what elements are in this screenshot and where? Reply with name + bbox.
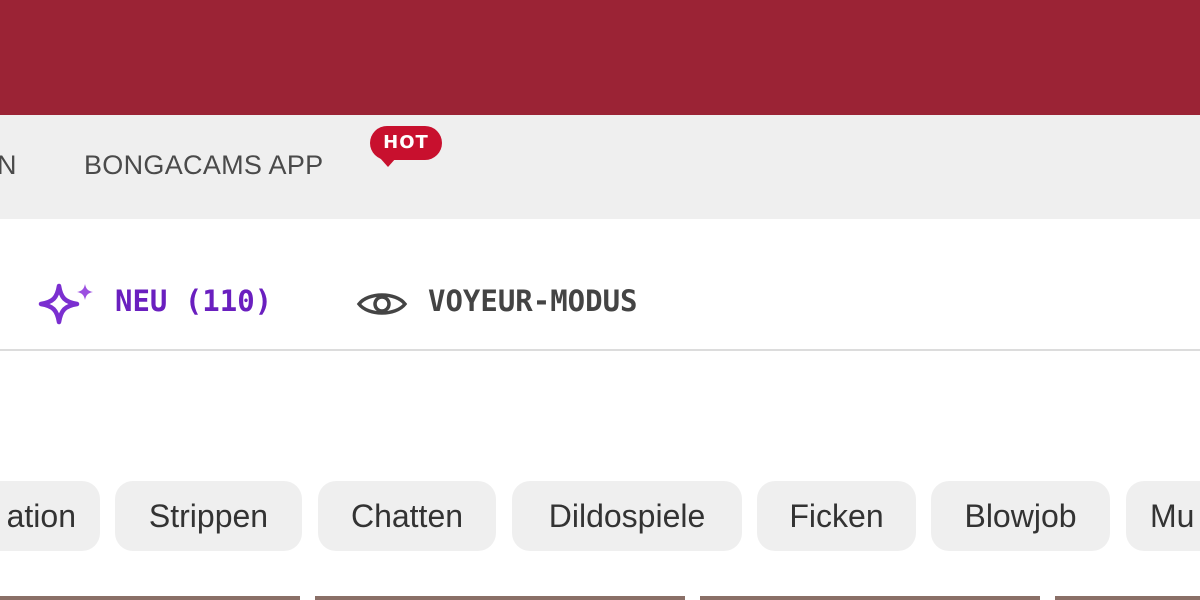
thumbnail[interactable] [700,596,1040,600]
top-header-bar [0,0,1200,115]
tab-voyeur-modus[interactable]: VOYEUR-MODUS [428,284,638,318]
hot-badge: HOT [370,126,442,167]
category-chip-chatten[interactable]: Chatten [318,481,496,551]
thumbnail[interactable] [0,596,300,600]
category-chip-blowjob[interactable]: Blowjob [931,481,1110,551]
thumbnail[interactable] [315,596,685,600]
category-chip-partial[interactable]: Mu [1126,481,1200,551]
category-chip-strippen[interactable]: Strippen [115,481,302,551]
nav-item-bongacams-app[interactable]: BONGACAMS APP [84,150,323,181]
thumbnail[interactable] [1055,596,1200,600]
nav-item-partial[interactable]: N [0,150,17,181]
tab-neu[interactable]: NEU (110) [115,284,272,318]
filter-divider [0,349,1200,351]
sparkle-icon [38,283,93,325]
category-chip-ficken[interactable]: Ficken [757,481,916,551]
category-chip[interactable]: ation [0,481,100,551]
eye-icon [356,293,408,315]
category-chip-dildospiele[interactable]: Dildospiele [512,481,742,551]
